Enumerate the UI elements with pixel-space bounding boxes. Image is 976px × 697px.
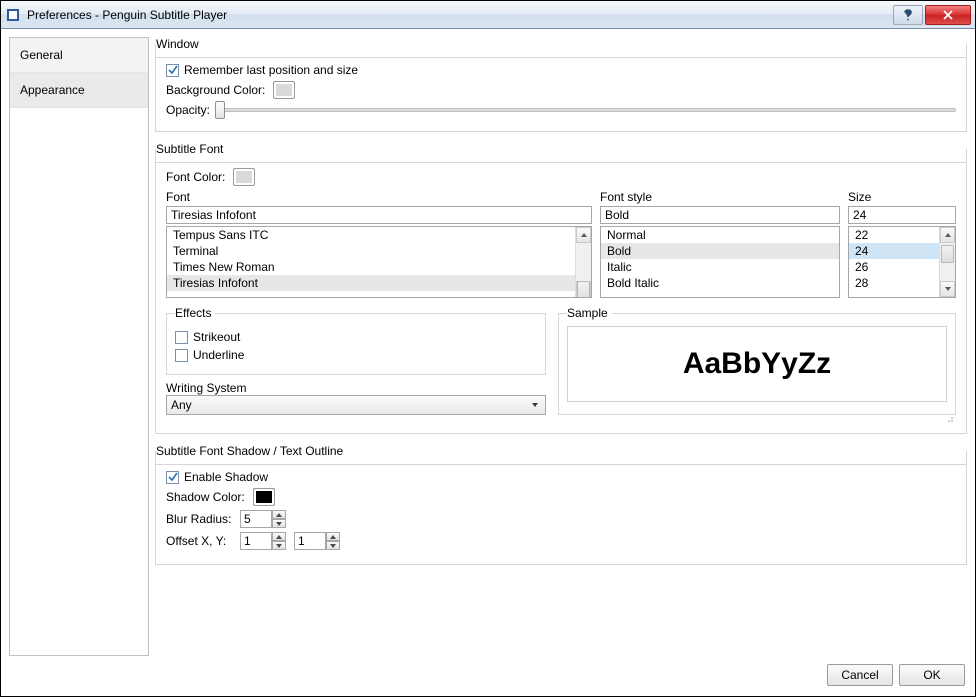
offset-y-input[interactable] bbox=[294, 532, 326, 550]
offset-x-spinner[interactable] bbox=[240, 532, 286, 550]
list-item[interactable]: 24 bbox=[849, 243, 939, 259]
sidebar-item-appearance[interactable]: Appearance bbox=[10, 73, 148, 108]
bg-color-label: Background Color: bbox=[166, 83, 265, 97]
spin-up-icon[interactable] bbox=[272, 510, 286, 519]
list-item[interactable]: Times New Roman bbox=[167, 259, 575, 275]
scroll-up-icon[interactable] bbox=[576, 227, 591, 243]
list-item[interactable]: 22 bbox=[849, 227, 939, 243]
font-scrollbar[interactable] bbox=[575, 227, 591, 297]
spin-down-icon[interactable] bbox=[272, 519, 286, 528]
font-header: Font bbox=[166, 190, 592, 204]
opacity-slider[interactable] bbox=[218, 108, 956, 112]
list-item[interactable]: Normal bbox=[601, 227, 839, 243]
list-item[interactable]: Italic bbox=[601, 259, 839, 275]
group-sample: Sample AaBbYyZz bbox=[558, 306, 956, 415]
cancel-button[interactable]: Cancel bbox=[827, 664, 893, 686]
size-listbox[interactable]: 22 24 26 28 bbox=[848, 226, 956, 298]
offset-y-spinner[interactable] bbox=[294, 532, 340, 550]
spin-up-icon[interactable] bbox=[272, 532, 286, 541]
list-item[interactable]: Terminal bbox=[167, 243, 575, 259]
group-window: Window Remember last position and size B… bbox=[155, 37, 967, 132]
group-font-title: Subtitle Font bbox=[156, 142, 229, 156]
writing-system-combo[interactable]: Any bbox=[166, 395, 546, 415]
style-field[interactable]: Bold bbox=[600, 206, 840, 224]
bg-color-swatch[interactable] bbox=[273, 81, 295, 99]
size-header: Size bbox=[848, 190, 956, 204]
group-shadow-title: Subtitle Font Shadow / Text Outline bbox=[156, 444, 349, 458]
writing-system-value: Any bbox=[171, 398, 192, 412]
close-button[interactable] bbox=[925, 5, 971, 25]
group-effects: Effects Strikeout bbox=[166, 306, 546, 375]
font-color-label: Font Color: bbox=[166, 170, 225, 184]
shadow-color-swatch[interactable] bbox=[253, 488, 275, 506]
group-window-title: Window bbox=[156, 37, 205, 51]
preferences-window: Preferences - Penguin Subtitle Player Ge… bbox=[0, 0, 976, 697]
chevron-down-icon bbox=[529, 401, 541, 409]
titlebar[interactable]: Preferences - Penguin Subtitle Player bbox=[1, 1, 975, 29]
opacity-slider-thumb[interactable] bbox=[215, 101, 225, 119]
spin-down-icon[interactable] bbox=[326, 541, 340, 550]
offset-x-input[interactable] bbox=[240, 532, 272, 550]
strikeout-checkbox[interactable]: Strikeout bbox=[175, 330, 240, 344]
scroll-thumb[interactable] bbox=[941, 245, 954, 263]
writing-system-label: Writing System bbox=[166, 381, 546, 395]
list-item[interactable]: Bold bbox=[601, 243, 839, 259]
remember-checkbox[interactable]: Remember last position and size bbox=[166, 63, 358, 77]
size-scrollbar[interactable] bbox=[939, 227, 955, 297]
ok-button[interactable]: OK bbox=[899, 664, 965, 686]
group-subtitle-font: Subtitle Font Font Color: Font Tiresias … bbox=[155, 142, 967, 434]
list-item[interactable]: Bold Italic bbox=[601, 275, 839, 291]
enable-shadow-label: Enable Shadow bbox=[184, 470, 268, 484]
enable-shadow-checkbox[interactable]: Enable Shadow bbox=[166, 470, 268, 484]
scroll-thumb[interactable] bbox=[577, 281, 590, 298]
font-color-swatch[interactable] bbox=[233, 168, 255, 186]
list-item[interactable]: 28 bbox=[849, 275, 939, 291]
style-listbox[interactable]: Normal Bold Italic Bold Italic bbox=[600, 226, 840, 298]
sidebar: General Appearance bbox=[9, 37, 149, 656]
size-field[interactable]: 24 bbox=[848, 206, 956, 224]
opacity-label: Opacity: bbox=[166, 103, 210, 117]
list-item[interactable]: Tempus Sans ITC bbox=[167, 227, 575, 243]
sample-title: Sample bbox=[567, 306, 612, 320]
scroll-up-icon[interactable] bbox=[940, 227, 955, 243]
shadow-color-label: Shadow Color: bbox=[166, 490, 245, 504]
spin-down-icon[interactable] bbox=[272, 541, 286, 550]
blur-radius-input[interactable] bbox=[240, 510, 272, 528]
offset-label: Offset X, Y: bbox=[166, 534, 232, 548]
list-item[interactable]: 26 bbox=[849, 259, 939, 275]
list-item[interactable]: Tiresias Infofont bbox=[167, 275, 575, 291]
underline-checkbox[interactable]: Underline bbox=[175, 348, 244, 362]
blur-radius-spinner[interactable] bbox=[240, 510, 286, 528]
app-icon bbox=[5, 7, 21, 23]
strikeout-label: Strikeout bbox=[193, 330, 240, 344]
sample-preview: AaBbYyZz bbox=[567, 326, 947, 402]
spin-up-icon[interactable] bbox=[326, 532, 340, 541]
remember-label: Remember last position and size bbox=[184, 63, 358, 77]
sidebar-item-general[interactable]: General bbox=[10, 38, 148, 73]
effects-title: Effects bbox=[175, 306, 215, 320]
underline-label: Underline bbox=[193, 348, 244, 362]
scroll-down-icon[interactable] bbox=[940, 281, 955, 297]
group-shadow: Subtitle Font Shadow / Text Outline Enab… bbox=[155, 444, 967, 565]
window-title: Preferences - Penguin Subtitle Player bbox=[27, 8, 227, 22]
blur-radius-label: Blur Radius: bbox=[166, 512, 232, 526]
style-header: Font style bbox=[600, 190, 840, 204]
font-field[interactable]: Tiresias Infofont bbox=[166, 206, 592, 224]
help-button[interactable] bbox=[893, 5, 923, 25]
font-listbox[interactable]: Tempus Sans ITC Terminal Times New Roman… bbox=[166, 226, 592, 298]
